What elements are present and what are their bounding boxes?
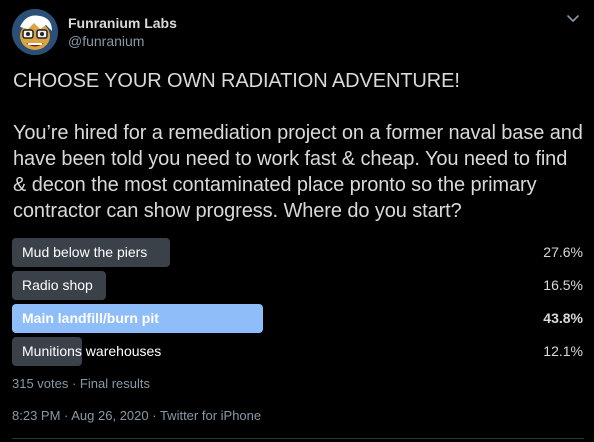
divider	[12, 438, 584, 439]
avatar[interactable]	[12, 9, 58, 55]
poll-option-percent: 12.1%	[543, 343, 583, 359]
author-display-name[interactable]: Funranium Labs	[68, 14, 177, 32]
poll-option-label: Mud below the piers	[22, 244, 148, 260]
poll-option-percent: 27.6%	[543, 244, 583, 260]
poll: Mud below the piers 27.6% Radio shop 16.5% M…	[12, 238, 584, 370]
author-handle[interactable]: @funranium	[68, 32, 177, 50]
poll-option[interactable]: Main landfill/burn pit 43.8%	[12, 304, 584, 333]
author-names: Funranium Labs @funranium	[68, 14, 177, 50]
tweet-header: Funranium Labs @funranium	[12, 8, 177, 56]
poll-option-percent: 43.8%	[543, 310, 583, 326]
poll-option-label: Radio shop	[22, 277, 93, 293]
poll-option-label: Munitions warehouses	[22, 343, 162, 359]
tweet-date[interactable]: Aug 26, 2020	[71, 408, 148, 423]
tweet-source[interactable]: Twitter for iPhone	[160, 408, 261, 423]
tweet-timestamp: 8:23 PM · Aug 26, 2020 · Twitter for iPh…	[12, 408, 261, 424]
tweet-card: Funranium Labs @funranium CHOOSE YOUR OW…	[0, 0, 594, 442]
poll-option[interactable]: Mud below the piers 27.6%	[12, 238, 584, 267]
tweet-time[interactable]: 8:23 PM	[12, 408, 60, 423]
poll-option-percent: 16.5%	[543, 277, 583, 293]
tweet-text: CHOOSE YOUR OWN RADIATION ADVENTURE! You…	[13, 70, 583, 222]
avatar-illustration-icon	[12, 9, 58, 55]
poll-option[interactable]: Radio shop 16.5%	[12, 271, 584, 300]
chevron-down-icon[interactable]	[566, 12, 580, 24]
poll-option-label: Main landfill/burn pit	[22, 310, 159, 326]
meta-separator: ·	[148, 408, 160, 423]
poll-summary: 315 votes · Final results	[12, 376, 151, 391]
poll-option[interactable]: Munitions warehouses 12.1%	[12, 337, 584, 366]
meta-separator: ·	[60, 408, 72, 423]
